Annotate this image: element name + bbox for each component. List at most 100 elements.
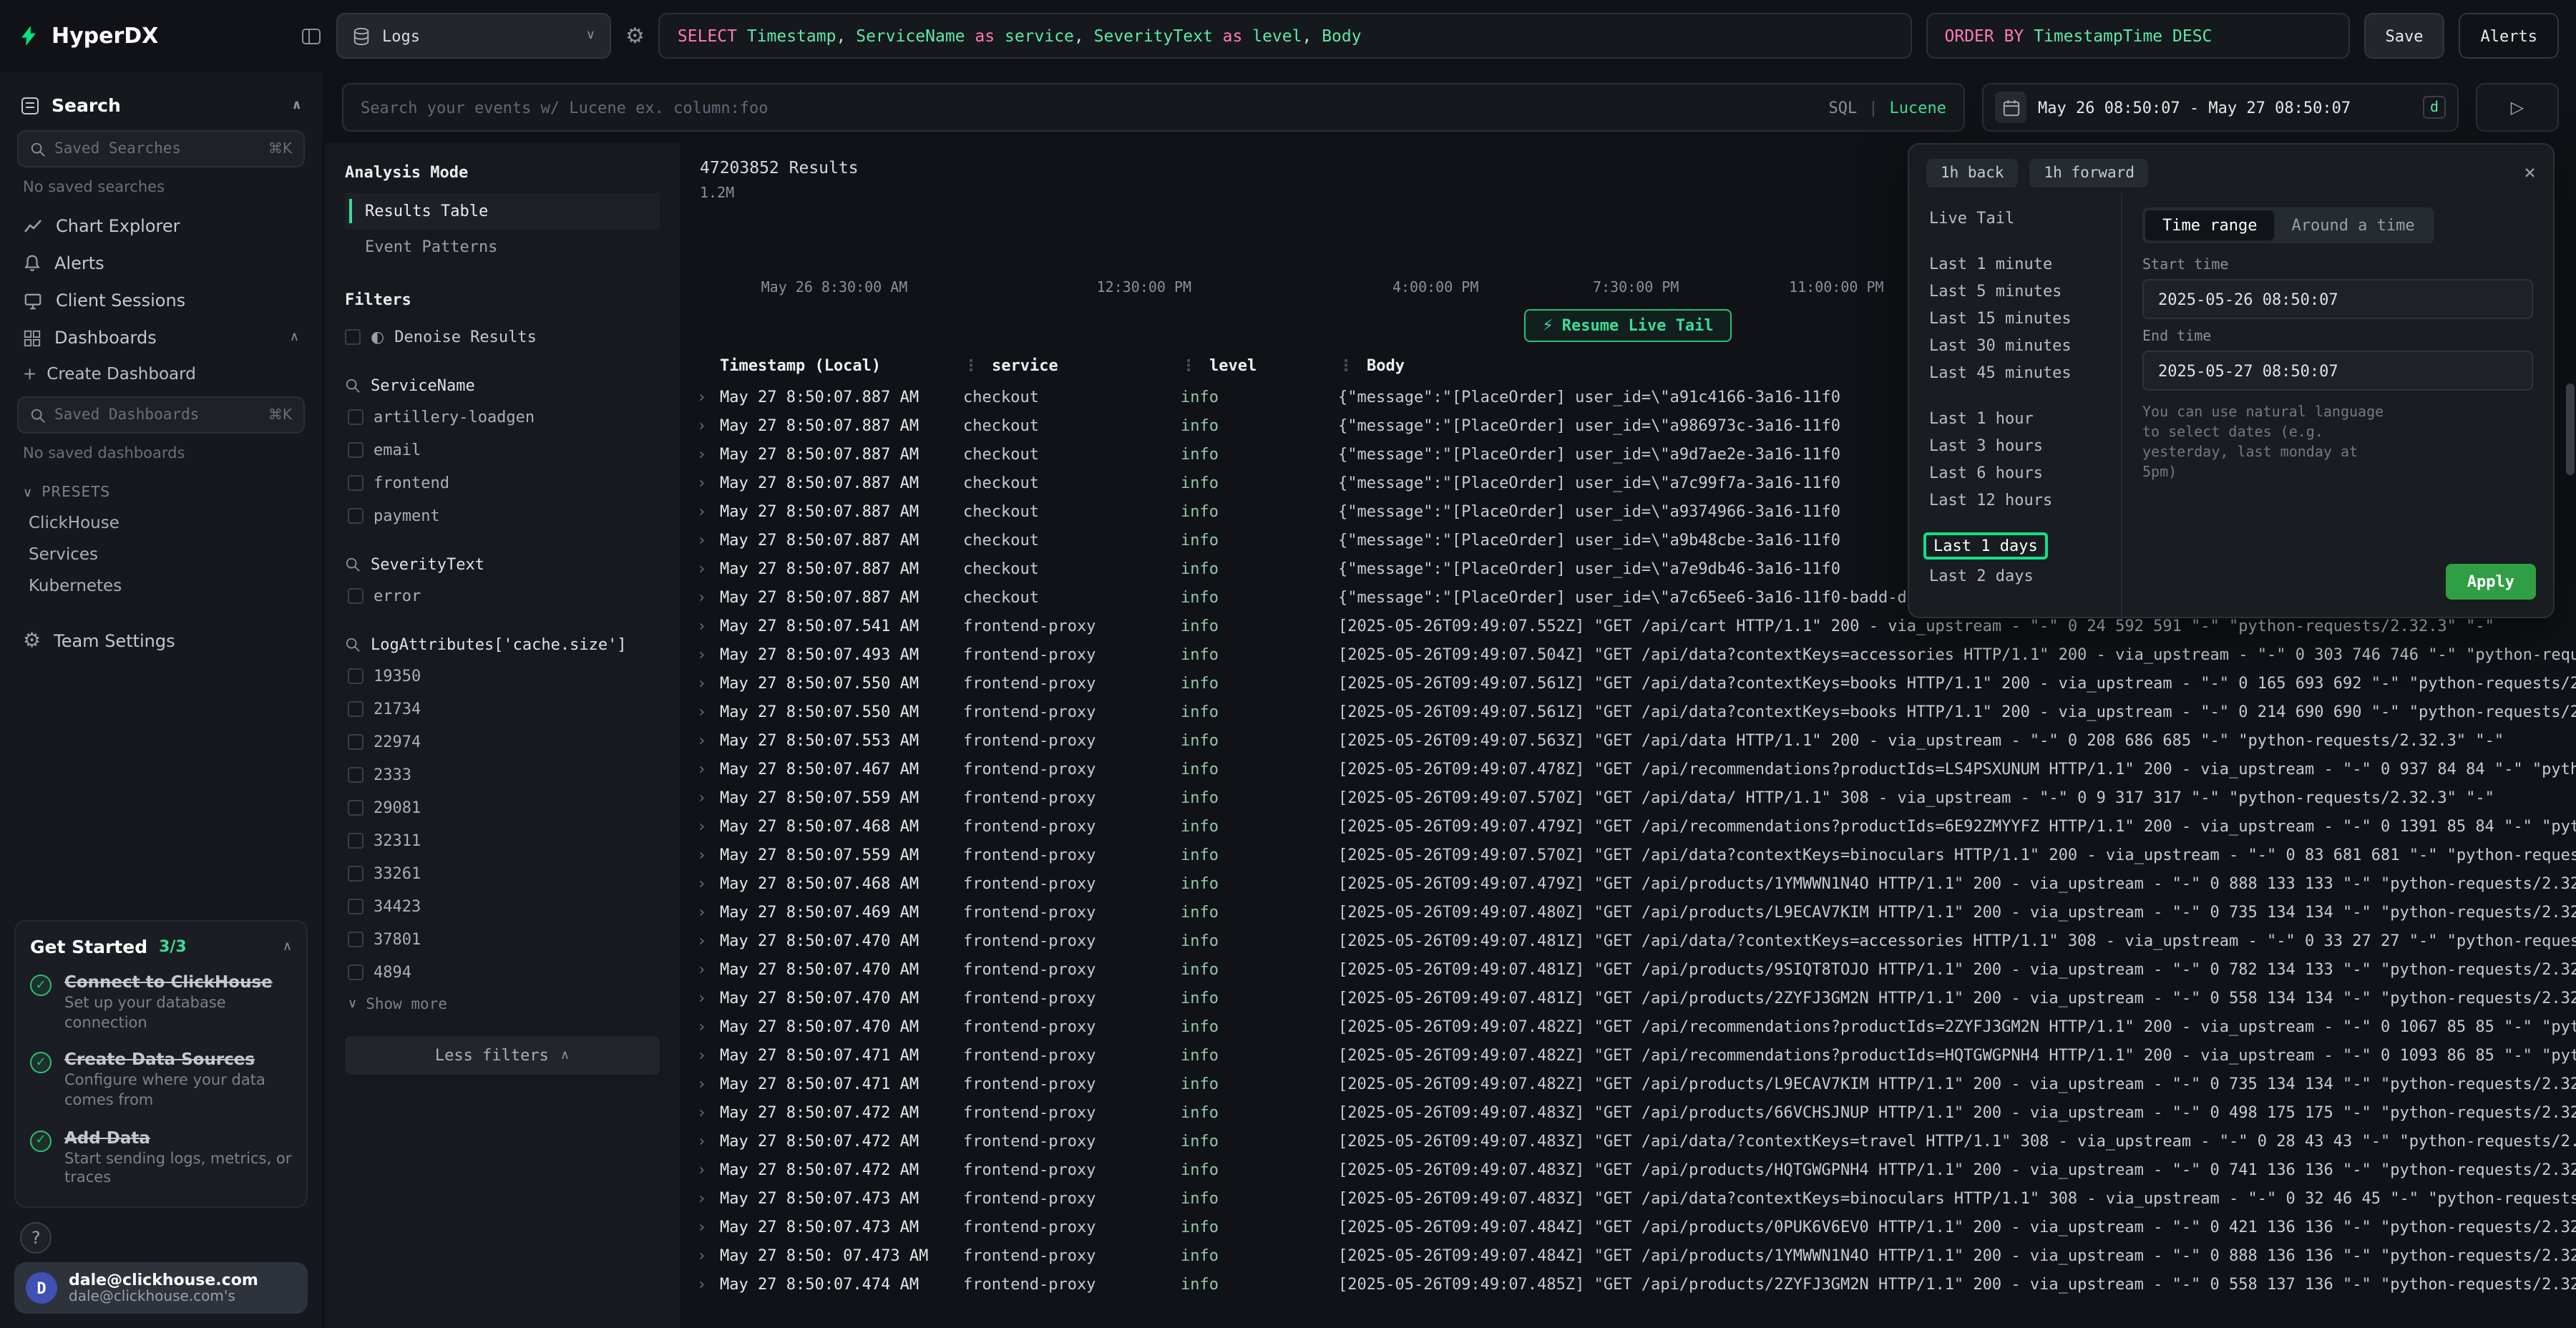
scrollbar-thumb[interactable] [2566,384,2575,475]
scrollbar[interactable] [2566,384,2575,1322]
sidebar-item-client-sessions[interactable]: Client Sessions [14,282,308,319]
facet-checkbox[interactable]: 33261 [345,857,660,890]
time-range-option[interactable]: Last 1 days [1923,532,2048,560]
sidebar-item-team-settings[interactable]: ⚙ Team Settings [14,621,308,661]
log-row[interactable]: ›May 27 8:50:07.493 AMfrontend-proxyinfo… [680,640,2576,668]
get-started-step[interactable]: ✓ Create Data Sources Configure where yo… [30,1050,292,1112]
facet-checkbox[interactable]: 22974 [345,726,660,758]
time-range-option[interactable]: Last 45 minutes [1923,359,2107,386]
nav-search[interactable]: Search ∧ [14,83,308,125]
time-range-option[interactable]: Last 30 minutes [1923,332,2107,359]
denoise-results-checkbox[interactable]: ◐ Denoise Results [345,321,660,353]
forward-1h-button[interactable]: 1h forward [2030,159,2149,187]
end-time-input[interactable]: 2025-05-27 08:50:07 [2142,351,2533,391]
apply-button[interactable]: Apply [2446,564,2536,600]
column-header-timestamp[interactable]: Timestamp (Local) [720,356,963,374]
log-row[interactable]: ›May 27 8:50:07.473 AMfrontend-proxyinfo… [680,1212,2576,1241]
column-header-level[interactable]: ⋮level [1181,356,1338,374]
facet-checkbox[interactable]: 21734 [345,693,660,726]
presets-toggle[interactable]: ∨ PRESETS [14,474,308,507]
facet-checkbox[interactable]: 37801 [345,923,660,956]
chevron-up-icon[interactable]: ∧ [283,939,292,954]
sidebar-item-alerts[interactable]: Alerts [14,245,308,282]
log-row[interactable]: ›May 27 8:50:07.553 AMfrontend-proxyinfo… [680,726,2576,754]
sidebar-item-chart-explorer[interactable]: Chart Explorer [14,208,308,245]
log-row[interactable]: ›May 27 8:50:07.559 AMfrontend-proxyinfo… [680,840,2576,869]
saved-dashboards-input[interactable]: Saved Dashboards ⌘K [17,396,305,434]
user-menu[interactable]: D dale@clickhouse.com dale@clickhouse.co… [14,1262,308,1314]
run-query-button[interactable]: ▷ [2476,83,2559,132]
time-range-option[interactable]: Live Tail [1923,205,2107,232]
log-row[interactable]: ›May 27 8:50:07.470 AMfrontend-proxyinfo… [680,1012,2576,1040]
save-button[interactable]: Save [2364,13,2445,59]
help-button[interactable]: ? [20,1222,52,1254]
log-row[interactable]: ›May 27 8:50:07.468 AMfrontend-proxyinfo… [680,811,2576,840]
log-row[interactable]: ›May 27 8:50:07.550 AMfrontend-proxyinfo… [680,668,2576,697]
less-filters-button[interactable]: Less filters ∧ [345,1036,660,1075]
preset-kubernetes[interactable]: Kubernetes [14,570,308,601]
alerts-button[interactable]: Alerts [2459,13,2560,59]
facet-checkbox[interactable]: 2333 [345,758,660,791]
facet-checkbox[interactable]: artillery-loadgen [345,401,660,434]
log-row[interactable]: ›May 27 8:50:07.550 AMfrontend-proxyinfo… [680,697,2576,726]
column-resize-handle[interactable]: ⋮ [1181,356,1196,374]
log-row[interactable]: ›May 27 8:50:07.468 AMfrontend-proxyinfo… [680,869,2576,897]
get-started-step[interactable]: ✓ Connect to ClickHouse Set up your data… [30,972,292,1034]
date-range-input[interactable]: May 26 08:50:07 - May 27 08:50:07 d [1982,83,2459,132]
resume-live-tail-button[interactable]: ⚡ Resume Live Tail [1523,309,1732,342]
source-settings-gear-icon[interactable]: ⚙ [625,23,645,49]
get-started-step[interactable]: ✓ Add Data Start sending logs, metrics, … [30,1127,292,1189]
log-row[interactable]: ›May 27 8:50:07.559 AMfrontend-proxyinfo… [680,783,2576,811]
back-1h-button[interactable]: 1h back [1926,159,2019,187]
log-row[interactable]: ›May 27 8:50:07.470 AMfrontend-proxyinfo… [680,954,2576,983]
time-range-option[interactable]: Last 5 minutes [1923,278,2107,305]
sql-mode-toggle[interactable]: SQL [1829,98,1858,117]
time-range-option[interactable]: Last 12 hours [1923,487,2107,514]
log-row[interactable]: ›May 27 8:50:07.472 AMfrontend-proxyinfo… [680,1155,2576,1183]
log-row[interactable]: ›May 27 8:50:07.469 AMfrontend-proxyinfo… [680,897,2576,926]
facet-checkbox[interactable]: 4894 [345,956,660,989]
log-row[interactable]: ›May 27 8:50:07.472 AMfrontend-proxyinfo… [680,1098,2576,1126]
mode-results-table[interactable]: Results Table [345,193,660,229]
log-row[interactable]: ›May 27 8:50:07.470 AMfrontend-proxyinfo… [680,926,2576,954]
lucene-search-input[interactable]: Search your events w/ Lucene ex. column:… [342,83,1965,132]
log-row[interactable]: ›May 27 8:50:07.467 AMfrontend-proxyinfo… [680,754,2576,783]
time-range-option[interactable]: Last 1 minute [1923,250,2107,278]
facet-checkbox[interactable]: frontend [345,467,660,499]
time-range-option[interactable]: Last 1 hour [1923,405,2107,432]
facet-checkbox[interactable]: email [345,434,660,467]
chevron-up-icon[interactable]: ∧ [291,98,302,112]
facet-checkbox[interactable]: payment [345,499,660,532]
log-row[interactable]: ›May 27 8:50:07.471 AMfrontend-proxyinfo… [680,1040,2576,1069]
log-row[interactable]: ›May 27 8:50:07.474 AMfrontend-proxyinfo… [680,1269,2576,1298]
create-dashboard-button[interactable]: + Create Dashboard [14,356,308,391]
order-by-input[interactable]: ORDER BY TimestampTime DESC [1926,13,2350,59]
facet-checkbox[interactable]: 34423 [345,890,660,923]
facet-checkbox[interactable]: 32311 [345,824,660,857]
sidebar-item-dashboards[interactable]: Dashboards ∧ [14,319,308,356]
log-row[interactable]: ›May 27 8:50:07.471 AMfrontend-proxyinfo… [680,1069,2576,1098]
time-range-option[interactable]: Last 3 hours [1923,432,2107,459]
time-range-option[interactable]: Last 15 minutes [1923,305,2107,332]
column-resize-handle[interactable]: ⋮ [1338,356,1354,374]
tab-around-a-time[interactable]: Around a time [2274,210,2431,240]
start-time-input[interactable]: 2025-05-26 08:50:07 [2142,279,2533,319]
log-row[interactable]: ›May 27 8:50:07.472 AMfrontend-proxyinfo… [680,1126,2576,1155]
time-range-option[interactable]: Last 6 hours [1923,459,2107,487]
facet-checkbox[interactable]: 29081 [345,791,660,824]
facet-checkbox[interactable]: 19350 [345,660,660,693]
time-range-option[interactable]: Last 2 days [1923,562,2107,590]
log-row[interactable]: ›May 27 8:50:07.473 AMfrontend-proxyinfo… [680,1183,2576,1212]
sidebar-collapse-icon[interactable] [301,25,322,47]
lucene-mode-toggle[interactable]: Lucene [1890,98,1947,117]
saved-searches-input[interactable]: Saved Searches ⌘K [17,130,305,167]
log-row[interactable]: ›May 27 8:50:07.470 AMfrontend-proxyinfo… [680,983,2576,1012]
preset-services[interactable]: Services [14,538,308,570]
sql-select-input[interactable]: SELECT Timestamp, ServiceName as service… [659,13,1912,59]
show-more-button[interactable]: ∨Show more [345,989,660,1013]
log-row[interactable]: ›May 27 8:50: 07.473 AMfrontend-proxyinf… [680,1241,2576,1269]
facet-checkbox[interactable]: error [345,580,660,612]
mode-event-patterns[interactable]: Event Patterns [345,229,660,265]
chevron-up-icon[interactable]: ∧ [290,331,299,345]
column-resize-handle[interactable]: ⋮ [963,356,979,374]
